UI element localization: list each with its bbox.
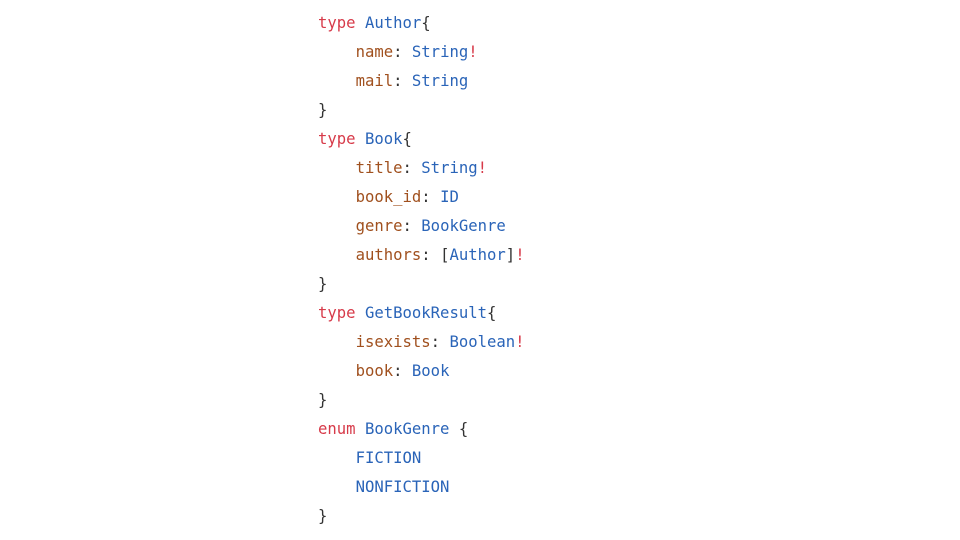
code-line: } — [318, 270, 525, 299]
punctuation: } — [318, 101, 328, 119]
punctuation: ] — [505, 246, 516, 264]
punctuation — [356, 14, 365, 32]
code-line: book: Book — [318, 357, 525, 386]
punctuation: } — [318, 507, 328, 525]
graphql-schema-code-block: type Author{ name: String! mail: String}… — [318, 9, 525, 531]
type-name: FICTION — [355, 449, 422, 467]
punctuation: } — [318, 391, 328, 409]
keyword: enum — [318, 420, 356, 438]
punctuation — [356, 130, 365, 148]
type-name: BookGenre — [364, 420, 450, 438]
code-line: genre: BookGenre — [318, 212, 525, 241]
punctuation: } — [318, 275, 328, 293]
type-name: Author — [449, 246, 506, 264]
punctuation: : — [393, 72, 412, 90]
field-name: book_id — [355, 188, 422, 206]
punctuation: : — [393, 362, 412, 380]
field-name: mail — [355, 72, 394, 90]
punctuation: { — [402, 130, 412, 148]
code-line: enum BookGenre { — [318, 415, 525, 444]
punctuation: { — [421, 14, 431, 32]
punctuation: : — [430, 333, 450, 351]
type-name: GetBookResult — [364, 304, 488, 322]
code-line: type Author{ — [318, 9, 525, 38]
type-name: Boolean — [449, 333, 516, 351]
punctuation — [356, 420, 365, 438]
keyword: type — [318, 130, 356, 148]
punctuation: : — [402, 159, 422, 177]
type-name: BookGenre — [421, 217, 506, 235]
field-name: authors — [355, 246, 422, 264]
type-name: Book — [364, 130, 403, 148]
type-name: NONFICTION — [355, 478, 450, 496]
type-name: String — [421, 159, 478, 177]
code-line: title: String! — [318, 154, 525, 183]
required-marker: ! — [515, 333, 525, 351]
code-line: mail: String — [318, 67, 525, 96]
code-line: } — [318, 502, 525, 531]
type-name: String — [411, 72, 469, 90]
required-marker: ! — [477, 159, 488, 177]
punctuation — [356, 304, 365, 322]
field-name: isexists — [355, 333, 431, 351]
type-name: ID — [440, 188, 459, 206]
punctuation: : — [421, 246, 441, 264]
punctuation: { — [449, 420, 469, 438]
punctuation: : — [402, 217, 422, 235]
code-line: book_id: ID — [318, 183, 525, 212]
code-line: isexists: Boolean! — [318, 328, 525, 357]
type-name: Book — [411, 362, 450, 380]
punctuation: { — [487, 304, 497, 322]
code-line: } — [318, 96, 525, 125]
field-name: genre — [355, 217, 403, 235]
field-name: title — [355, 159, 403, 177]
punctuation: : — [421, 188, 441, 206]
field-name: name — [355, 43, 394, 61]
field-name: book — [355, 362, 394, 380]
type-name: Author — [364, 14, 422, 32]
code-line: name: String! — [318, 38, 525, 67]
keyword: type — [318, 304, 356, 322]
code-line: FICTION — [318, 444, 525, 473]
code-line: authors: [Author]! — [318, 241, 525, 270]
type-name: String — [411, 43, 469, 61]
required-marker: ! — [468, 43, 478, 61]
code-line: } — [318, 386, 525, 415]
code-line: type GetBookResult{ — [318, 299, 525, 328]
code-line: NONFICTION — [318, 473, 525, 502]
code-line: type Book{ — [318, 125, 525, 154]
keyword: type — [318, 14, 356, 32]
punctuation: : — [393, 43, 412, 61]
required-marker: ! — [515, 246, 525, 264]
